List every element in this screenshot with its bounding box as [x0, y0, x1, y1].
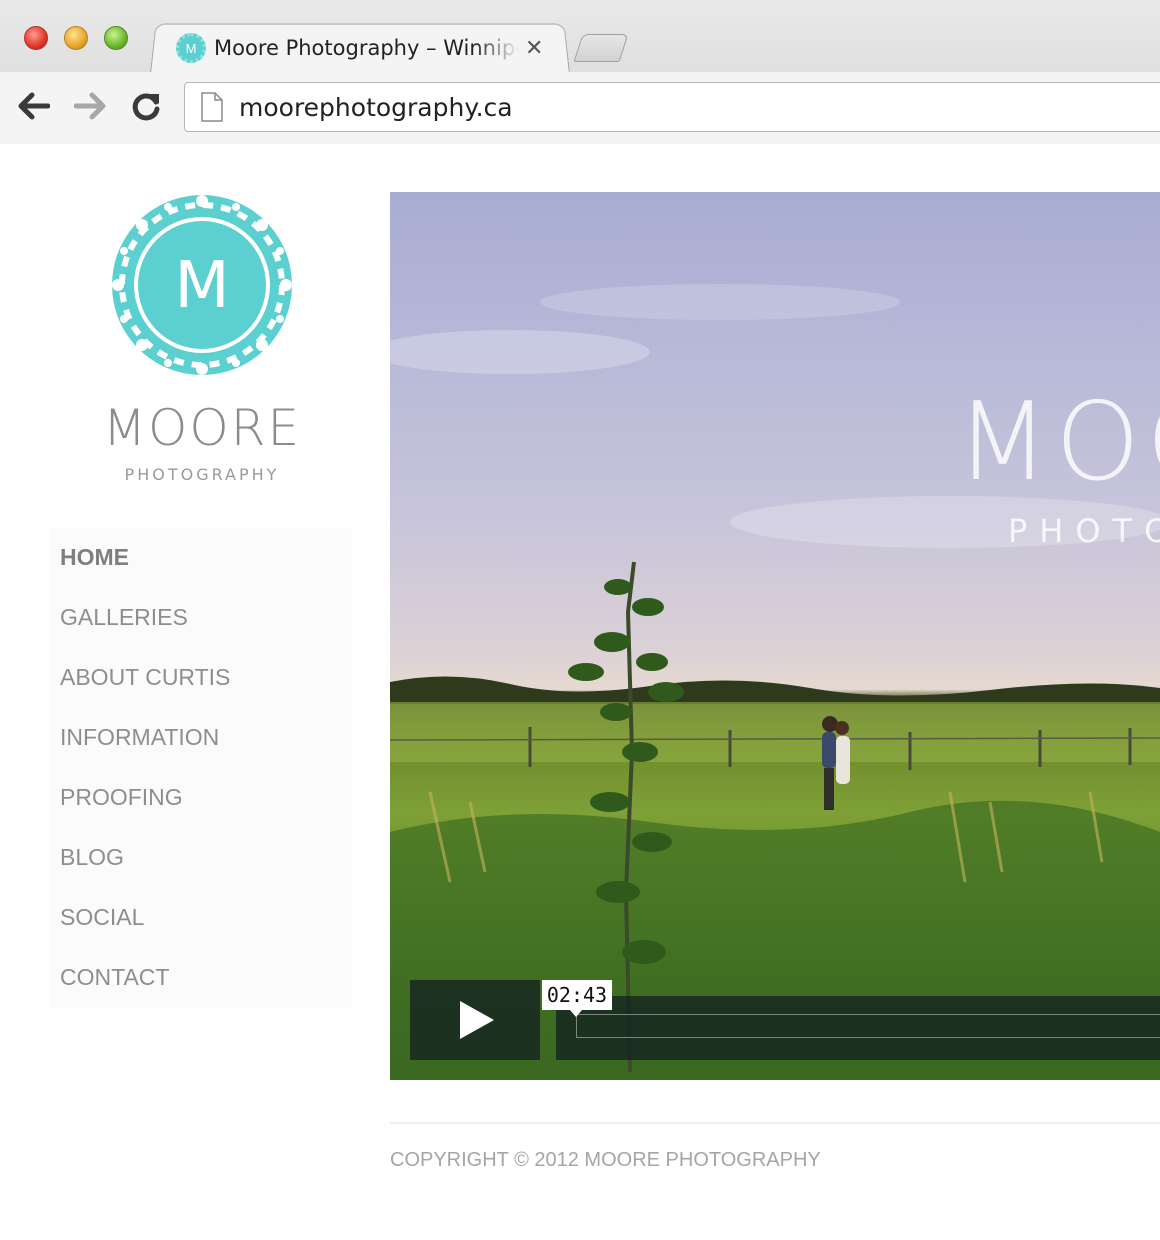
back-button[interactable] — [16, 88, 52, 124]
logo-letter: M — [174, 249, 229, 323]
browser-toolbar: moorephotography.ca — [0, 72, 1160, 144]
close-window-button[interactable] — [24, 26, 48, 50]
reload-icon — [132, 93, 160, 121]
browser-tab-content[interactable]: M Moore Photography – Winnipeg Wedding P… — [176, 30, 556, 66]
couple-figure — [822, 716, 850, 810]
brand-name[interactable]: MOORE — [52, 399, 352, 457]
nav-item-galleries[interactable]: GALLERIES — [60, 604, 188, 631]
address-bar[interactable]: moorephotography.ca — [184, 82, 1160, 132]
page-icon — [201, 92, 223, 122]
forward-button[interactable] — [72, 88, 108, 124]
seek-track[interactable] — [576, 1014, 1160, 1038]
video-still — [390, 284, 1160, 1080]
tab-strip: M Moore Photography – Winnipeg Wedding P… — [0, 0, 1160, 74]
logo-monogram-icon[interactable]: M — [110, 193, 294, 377]
footer-divider — [390, 1122, 1160, 1124]
seek-bar[interactable] — [556, 996, 1160, 1060]
tab-close-icon[interactable]: ✕ — [525, 36, 543, 61]
nav-item-social[interactable]: SOCIAL — [60, 904, 144, 931]
new-tab-button[interactable] — [573, 34, 629, 62]
url-text: moorephotography.ca — [239, 92, 513, 122]
web-page: M MOORE PHOTOGRAPHY HOME GALLERIES ABOUT… — [0, 145, 1160, 1240]
favicon-icon: M — [176, 33, 206, 63]
arrow-right-icon — [74, 92, 106, 120]
nav-item-blog[interactable]: BLOG — [60, 844, 124, 871]
arrow-left-icon — [18, 92, 50, 120]
minimize-window-button[interactable] — [64, 26, 88, 50]
main-nav: HOME GALLERIES ABOUT CURTIS INFORMATION … — [50, 528, 352, 1008]
video-overlay-subtitle: PHOTOGRAPHY — [1008, 512, 1160, 550]
brand-subtitle: PHOTOGRAPHY — [124, 465, 280, 484]
nav-item-proofing[interactable]: PROOFING — [60, 784, 183, 811]
reload-button[interactable] — [128, 88, 164, 124]
browser-chrome: M Moore Photography – Winnipeg Wedding P… — [0, 0, 1160, 144]
play-button[interactable] — [410, 980, 540, 1060]
zoom-window-button[interactable] — [104, 26, 128, 50]
copyright-text: COPYRIGHT © 2012 MOORE PHOTOGRAPHY — [390, 1149, 821, 1171]
nav-item-contact[interactable]: CONTACT — [60, 964, 169, 991]
tab-title: Moore Photography – Winnipeg Wedding Pho… — [214, 36, 519, 60]
video-player[interactable]: MOORE PHOTOGRAPHY 02:43 — [390, 192, 1160, 1080]
nav-item-information[interactable]: INFORMATION — [60, 724, 219, 751]
video-time: 02:43 — [542, 980, 612, 1017]
video-overlay-title: MOORE — [956, 380, 1160, 505]
nav-item-home[interactable]: HOME — [60, 544, 129, 571]
nav-item-about-curtis[interactable]: ABOUT CURTIS — [60, 664, 230, 691]
play-icon — [460, 1001, 494, 1039]
